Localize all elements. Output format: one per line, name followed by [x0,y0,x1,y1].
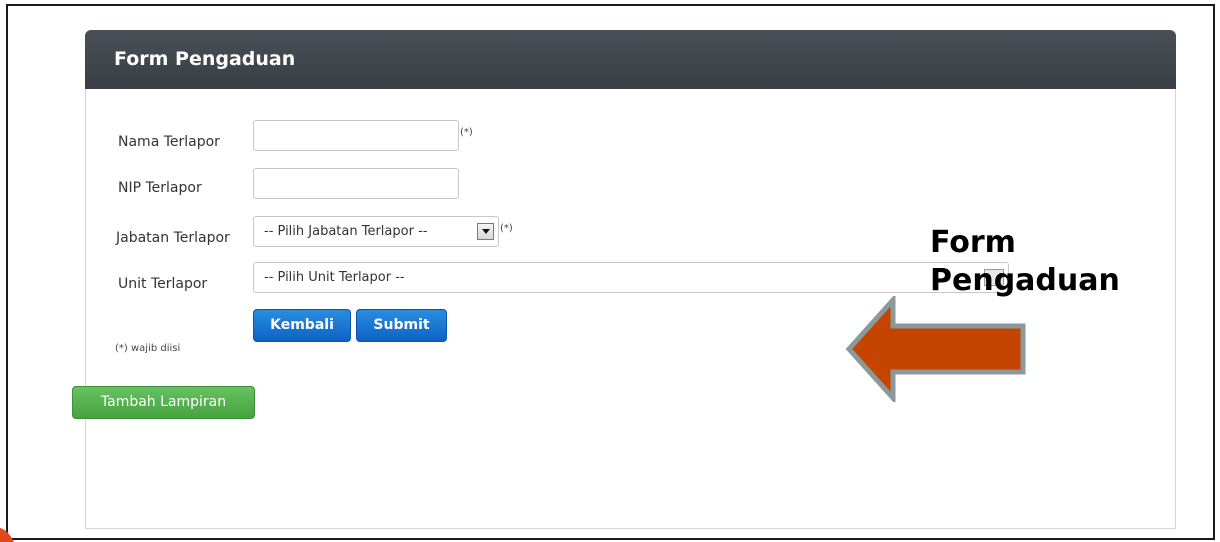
submit-button[interactable]: Submit [356,309,447,342]
unit-terlapor-select[interactable]: -- Pilih Unit Terlapor -- [253,262,1009,293]
nama-required-mark: (*) [460,127,473,138]
corner-decoration [0,528,14,542]
unit-selected-value: -- Pilih Unit Terlapor -- [264,270,405,285]
nip-terlapor-label: NIP Terlapor [118,180,202,196]
kembali-button[interactable]: Kembali [253,309,351,342]
chevron-down-icon[interactable] [477,223,494,240]
jabatan-terlapor-label: Jabatan Terlapor [116,230,230,246]
jabatan-required-mark: (*) [500,223,513,234]
panel-header: Form Pengaduan [85,30,1176,89]
nip-terlapor-input[interactable] [253,168,459,199]
annotation-line-2: Pengaduan [930,263,1120,298]
required-note: (*) wajib diisi [115,343,181,354]
nama-terlapor-input[interactable] [253,120,459,151]
unit-terlapor-label: Unit Terlapor [118,276,208,292]
annotation-label: Form Pengaduan [930,224,1170,300]
tambah-lampiran-button[interactable]: Tambah Lampiran [72,386,255,419]
left-arrow-icon [845,296,1026,402]
nama-terlapor-label: Nama Terlapor [118,134,220,150]
annotation-line-1: Form [930,225,1016,260]
panel-title: Form Pengaduan [114,48,296,70]
jabatan-selected-value: -- Pilih Jabatan Terlapor -- [264,224,428,239]
jabatan-terlapor-select[interactable]: -- Pilih Jabatan Terlapor -- [253,216,499,247]
